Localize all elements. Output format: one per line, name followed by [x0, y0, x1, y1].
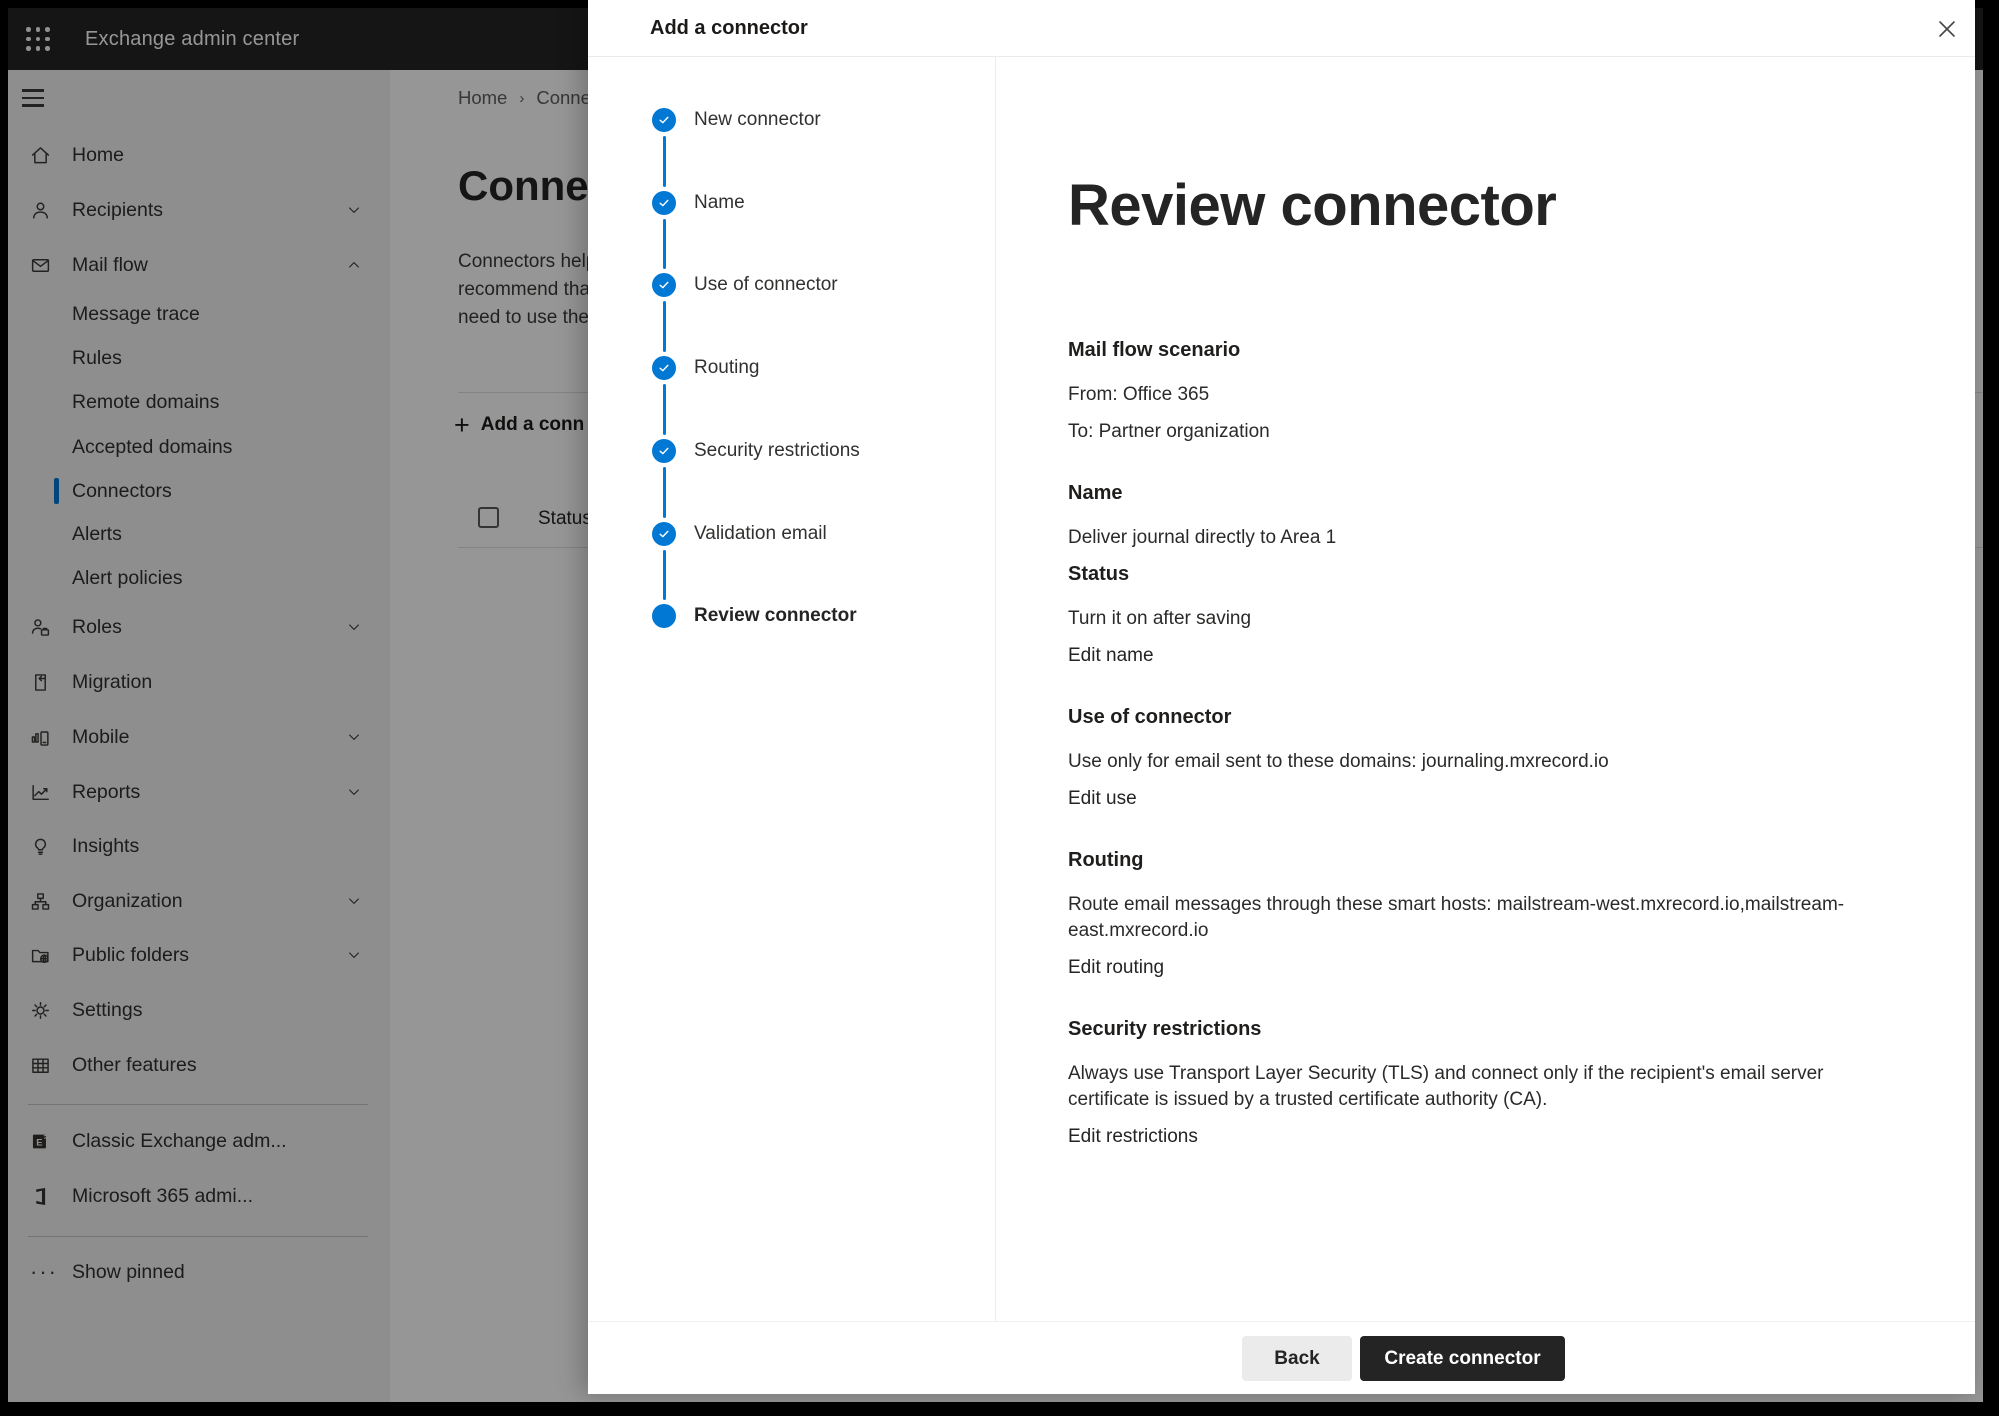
section-text: Use only for email sent to these domains…: [1068, 749, 1928, 775]
wizard-step-new-connector[interactable]: New connector: [588, 108, 996, 132]
back-button[interactable]: Back: [1242, 1336, 1352, 1381]
step-complete-check-icon: [652, 439, 676, 463]
wizard-step-label: Name: [694, 191, 745, 215]
close-icon[interactable]: [1934, 16, 1960, 42]
review-section: Use of connector Use only for email sent …: [1068, 705, 1928, 812]
review-sections: Mail flow scenario From: Office 365 To: Pa…: [1068, 338, 1928, 1150]
section-text: Route email messages through these smart…: [1068, 892, 1928, 944]
wizard-steps-panel: New connector Name Use of connector Routing…: [588, 57, 996, 1321]
create-connector-button[interactable]: Create connector: [1360, 1336, 1565, 1381]
section-text: To: Partner organization: [1068, 419, 1928, 445]
section-heading-name: Name: [1068, 481, 1928, 506]
review-content: Review connector Mail flow scenario From:…: [1068, 174, 1928, 1150]
section-heading-status: Status: [1068, 562, 1928, 587]
wizard-step-name[interactable]: Name: [588, 191, 996, 215]
step-connector-line: [663, 384, 666, 435]
step-complete-check-icon: [652, 108, 676, 132]
step-connector-line: [663, 467, 666, 518]
section-text: Always use Transport Layer Security (TLS…: [1068, 1061, 1928, 1113]
step-complete-check-icon: [652, 522, 676, 546]
wizard-step-label: Use of connector: [694, 273, 838, 297]
section-text: From: Office 365: [1068, 382, 1928, 408]
section-heading-mail-flow-scenario: Mail flow scenario: [1068, 338, 1928, 363]
section-text: Deliver journal directly to Area 1: [1068, 525, 1928, 551]
wizard-step-label: Review connector: [694, 604, 857, 628]
review-section: Security restrictions Always use Transpor…: [1068, 1017, 1928, 1150]
dialog-footer: Back Create connector: [588, 1321, 1975, 1394]
add-connector-dialog: Add a connector New connector Name Use of …: [588, 0, 1975, 1394]
wizard-step-routing[interactable]: Routing: [588, 356, 996, 380]
review-section: Routing Route email messages through thes…: [1068, 848, 1928, 981]
section-heading-routing: Routing: [1068, 848, 1928, 873]
edit-restrictions-link[interactable]: Edit restrictions: [1068, 1124, 1198, 1150]
wizard-step-label: Security restrictions: [694, 439, 860, 463]
wizard-step-review-connector[interactable]: Review connector: [588, 604, 996, 628]
step-connector-line: [663, 219, 666, 269]
dialog-title: Add a connector: [650, 0, 808, 57]
section-heading-security-restrictions: Security restrictions: [1068, 1017, 1928, 1042]
section-text: Turn it on after saving: [1068, 606, 1928, 632]
review-section: Mail flow scenario From: Office 365 To: Pa…: [1068, 338, 1928, 445]
review-section: Name Deliver journal directly to Area 1 St…: [1068, 481, 1928, 669]
wizard-step-label: New connector: [694, 108, 821, 132]
step-complete-check-icon: [652, 191, 676, 215]
wizard-step-security-restrictions[interactable]: Security restrictions: [588, 439, 996, 463]
step-complete-check-icon: [652, 273, 676, 297]
step-complete-check-icon: [652, 356, 676, 380]
edit-routing-link[interactable]: Edit routing: [1068, 955, 1164, 981]
wizard-step-use-of-connector[interactable]: Use of connector: [588, 273, 996, 297]
dialog-header: Add a connector: [588, 0, 1975, 57]
section-heading-use-of-connector: Use of connector: [1068, 705, 1928, 730]
wizard-step-validation-email[interactable]: Validation email: [588, 522, 996, 546]
step-connector-line: [663, 136, 666, 187]
edit-use-link[interactable]: Edit use: [1068, 786, 1137, 812]
wizard-step-label: Routing: [694, 356, 760, 380]
wizard-step-label: Validation email: [694, 522, 827, 546]
step-current-dot-icon: [652, 604, 676, 628]
edit-name-link[interactable]: Edit name: [1068, 643, 1154, 669]
step-connector-line: [663, 550, 666, 600]
step-connector-line: [663, 301, 666, 352]
review-title: Review connector: [1068, 174, 1928, 238]
